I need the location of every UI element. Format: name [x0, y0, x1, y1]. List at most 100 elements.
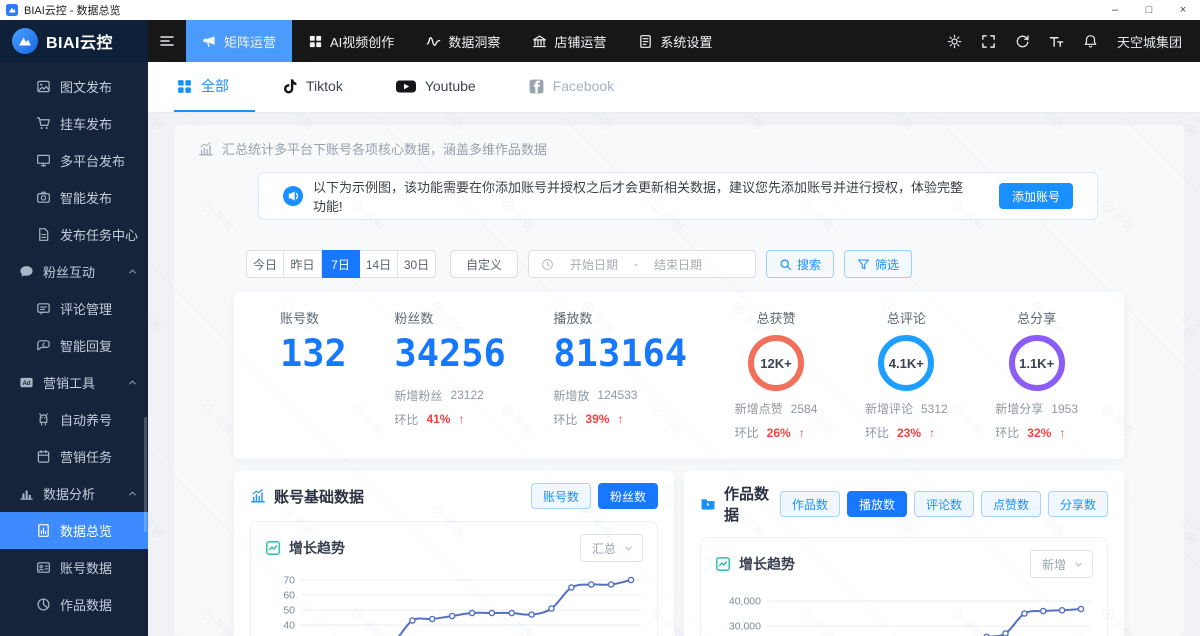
cart-icon [36, 116, 51, 131]
sidebar-item-label: 发布任务中心 [60, 228, 139, 243]
comments-ring: 4.1K+ [878, 335, 935, 391]
nav-item-system-settings[interactable]: 系统设置 [622, 20, 728, 62]
stat-sub-ratio: 环比 39% ↑ [553, 412, 624, 427]
chat-icon [19, 264, 34, 279]
toggle-likes-count[interactable]: 点赞数 [980, 491, 1041, 517]
account-panel-header: 账号基础数据 账号数 粉丝数 [250, 483, 658, 509]
quick-range-today[interactable]: 今日 [246, 250, 284, 278]
works-data-panel: 作品数据 作品数 播放数 评论数 点赞数 分享数 增长趋势 新增 30,000 … [684, 471, 1124, 636]
stat-value: 34256 [394, 332, 506, 375]
toggle-works-count[interactable]: 作品数 [779, 491, 840, 517]
collapse-menu-icon [159, 33, 175, 49]
sidebar-item-account-data[interactable]: 账号数据 [0, 549, 148, 586]
sidebar-group-fan-interaction[interactable]: 粉丝互动 [0, 253, 148, 290]
maximize-button[interactable]: □ [1132, 0, 1166, 20]
demo-notice-banner: 以下为示例图，该功能需要在你添加账号并授权之后才会更新相关数据，建议您先添加账号… [258, 172, 1098, 220]
bar-chart-icon [19, 486, 34, 501]
stat-label: 粉丝数 [394, 311, 434, 326]
date-range-input[interactable]: 开始日期 - 结束日期 [528, 250, 757, 278]
sidebar-item-cart-publish[interactable]: 挂车发布 [0, 105, 148, 142]
quick-range-7d[interactable]: 7日 [322, 250, 360, 278]
chevron-up-icon [127, 488, 138, 499]
panel-title: 账号基础数据 [274, 488, 365, 506]
bell-icon[interactable] [1083, 34, 1098, 49]
refresh-icon[interactable] [1015, 34, 1030, 49]
toggle-account-count[interactable]: 账号数 [530, 483, 591, 509]
sidebar-group-data-analysis[interactable]: 数据分析 [0, 475, 148, 512]
tab-facebook[interactable]: Facebook [526, 62, 640, 112]
account-metric-toggles: 账号数 粉丝数 [530, 483, 658, 509]
stat-account-count: 账号数 132 [280, 308, 347, 441]
tab-youtube[interactable]: Youtube [393, 62, 502, 112]
account-growth-chart: 10203040506070 [283, 575, 641, 636]
gear-icon[interactable] [947, 34, 962, 49]
up-arrow-icon: ↑ [929, 425, 936, 440]
sidebar-group-marketing-tools[interactable]: Ad 营销工具 [0, 364, 148, 401]
toggle-shares-count[interactable]: 分享数 [1047, 491, 1108, 517]
works-panel-header: 作品数据 作品数 播放数 评论数 点赞数 分享数 [700, 483, 1108, 525]
quick-range-30d[interactable]: 30日 [398, 250, 436, 278]
sidebar-scrollbar[interactable] [144, 417, 147, 532]
font-size-icon[interactable] [1049, 34, 1064, 49]
funnel-icon [857, 258, 870, 271]
svg-text:60: 60 [283, 590, 295, 602]
minimize-button[interactable]: – [1098, 0, 1132, 20]
tab-tiktok[interactable]: Tiktok [279, 62, 369, 112]
works-growth-chart: 10,00020,00030,00040,000 [729, 596, 1091, 636]
sidebar-item-publish-task-center[interactable]: 发布任务中心 [0, 216, 148, 253]
chevron-up-icon [127, 377, 138, 388]
sidebar-item-label: 营销任务 [60, 450, 113, 465]
toggle-fans-count[interactable]: 粉丝数 [597, 483, 658, 509]
stat-value: 132 [280, 332, 347, 375]
tab-all[interactable]: 全部 [174, 62, 255, 112]
quick-range-group: 今日 昨日 7日 14日 30日 [246, 250, 436, 278]
sidebar-item-multiplatform-publish[interactable]: 多平台发布 [0, 142, 148, 179]
svg-text:70: 70 [283, 575, 295, 587]
toggle-plays-count[interactable]: 播放数 [846, 491, 907, 517]
search-button[interactable]: 搜索 [766, 250, 835, 278]
nav-item-matrix-operation[interactable]: 矩阵运营 [186, 20, 293, 62]
toggle-comments-count[interactable]: 评论数 [913, 491, 974, 517]
sidebar-item-marketing-task[interactable]: 营销任务 [0, 438, 148, 475]
document-icon [36, 227, 51, 242]
date-separator: - [634, 257, 639, 271]
custom-range-button[interactable]: 自定义 [450, 250, 519, 278]
bank-icon [532, 34, 547, 49]
sidebar-collapse-button[interactable] [148, 20, 186, 62]
logo-text: BIAI云控 [46, 35, 114, 52]
sidebar-item-label: 图文发布 [60, 80, 113, 95]
account-data-panel: 账号基础数据 账号数 粉丝数 增长趋势 汇总 40 50 60 70 [234, 471, 674, 636]
nav-item-ai-video[interactable]: AI视频创作 [292, 20, 410, 62]
sidebar-item-works-data[interactable]: 作品数据 [0, 586, 148, 623]
growth-trend-icon [265, 540, 281, 556]
sidebar-item-smart-publish[interactable]: 智能发布 [0, 179, 148, 216]
fullscreen-icon[interactable] [981, 34, 996, 49]
shares-ring: 1.1K+ [1008, 335, 1065, 391]
sidebar-item-data-overview[interactable]: 数据总览 [0, 512, 148, 549]
tenant-name[interactable]: 天空城集团 [1117, 32, 1182, 51]
add-account-button[interactable]: 添加账号 [998, 183, 1073, 209]
stat-sub-new: 新增点赞 2584 [734, 401, 818, 417]
sidebar-item-comment-management[interactable]: 评论管理 [0, 290, 148, 327]
stat-label: 播放数 [553, 311, 593, 326]
close-button[interactable]: × [1166, 0, 1200, 20]
end-date-placeholder: 结束日期 [654, 257, 703, 272]
panel-title: 作品数据 [724, 486, 770, 524]
window-controls: – □ × [1098, 0, 1200, 20]
stat-sub-ratio: 环比 23% ↑ [864, 425, 936, 441]
nav-item-shop-operation[interactable]: 店铺运营 [516, 20, 622, 62]
new-added-select[interactable]: 新增 [1029, 550, 1093, 578]
quick-range-yesterday[interactable]: 昨日 [284, 250, 322, 278]
nav-item-data-insight[interactable]: 数据洞察 [410, 20, 516, 62]
filter-button[interactable]: 筛选 [844, 250, 913, 278]
stat-sub-new: 新增分享 1953 [995, 401, 1078, 417]
sidebar-item-image-text-publish[interactable]: 图文发布 [0, 68, 148, 105]
quick-range-14d[interactable]: 14日 [360, 250, 398, 278]
top-navbar: BIAI云控 矩阵运营 AI视频创作 数据洞察 店铺运营 系统设置 天空城集团 [0, 20, 1200, 62]
sidebar-item-smart-reply[interactable]: 智能回复 [0, 327, 148, 364]
aggregate-select[interactable]: 汇总 [579, 534, 643, 562]
stat-sub-ratio: 环比 26% ↑ [734, 425, 805, 441]
tab-label: Facebook [552, 78, 615, 94]
up-arrow-icon: ↑ [458, 412, 465, 427]
sidebar-item-auto-account-raising[interactable]: 自动养号 [0, 401, 148, 438]
